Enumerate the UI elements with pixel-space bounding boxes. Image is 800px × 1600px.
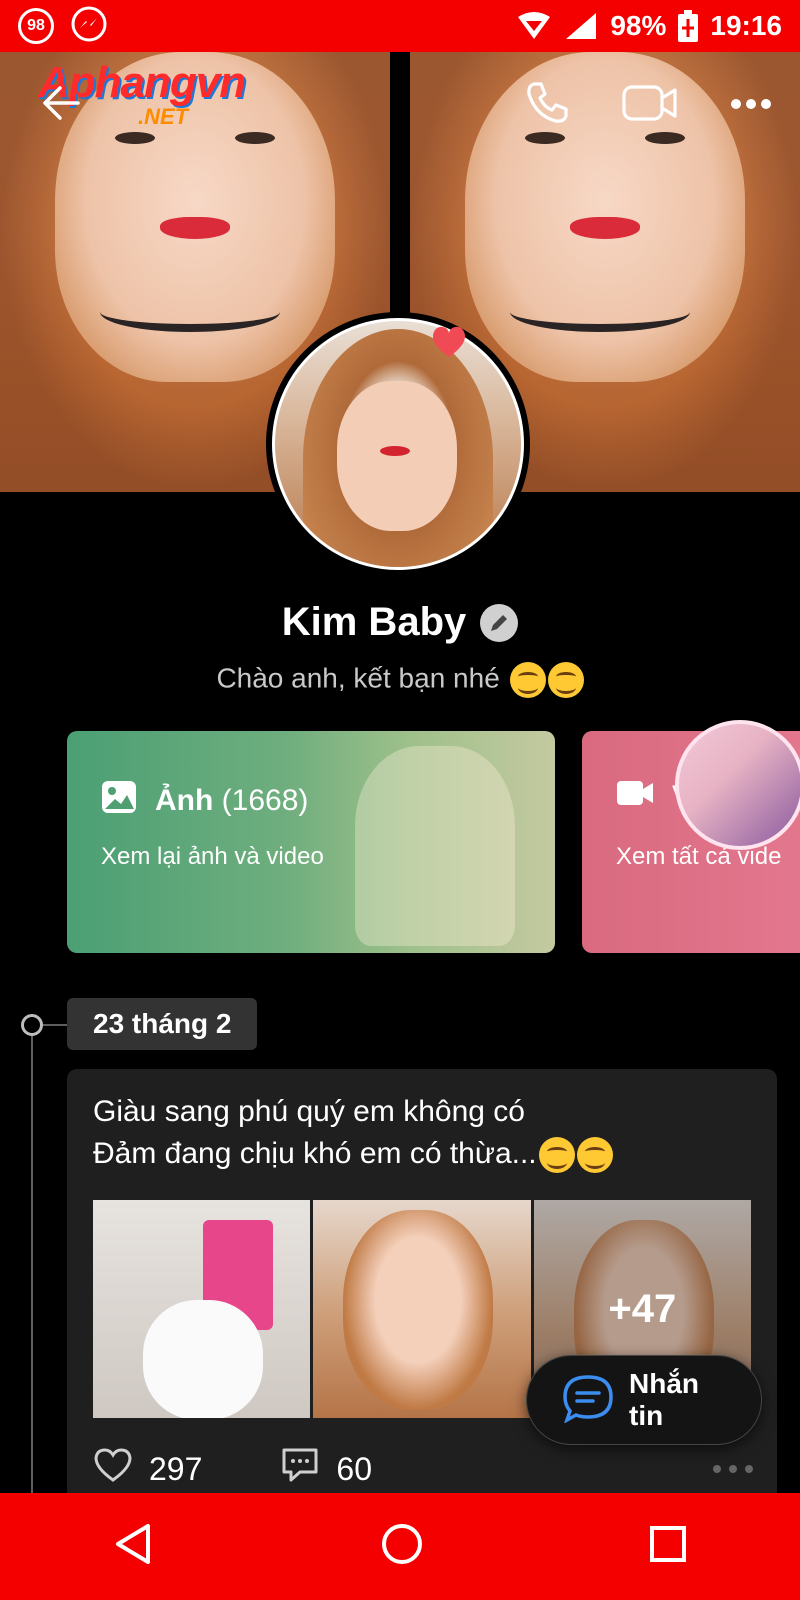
smile-emoji-icon xyxy=(547,662,584,698)
comment-count: 60 xyxy=(336,1450,372,1487)
photos-card-label: Ảnh xyxy=(155,784,214,817)
image-icon xyxy=(101,779,137,823)
nav-home-icon[interactable] xyxy=(380,1522,424,1571)
timeline-date: 23 tháng 2 xyxy=(67,998,258,1050)
avatar[interactable] xyxy=(266,312,530,576)
profile-status-text: Chào anh, kết bạn nhé xyxy=(216,662,500,694)
status-bar: 98 98% 19:16 xyxy=(0,0,800,52)
timeline-line xyxy=(31,1024,33,1494)
more-icon[interactable] xyxy=(730,97,772,115)
edit-icon[interactable] xyxy=(480,603,519,642)
profile-name: Kim Baby xyxy=(281,600,467,644)
clock: 19:16 xyxy=(710,10,782,41)
battery-icon xyxy=(678,10,699,42)
smile-emoji-icon xyxy=(509,662,546,698)
timeline-dot xyxy=(21,1014,43,1036)
battery-percent: 98% xyxy=(610,10,667,41)
signal-icon xyxy=(564,11,598,41)
notification-badge: 98 xyxy=(18,8,54,44)
post-actions: 297 60 xyxy=(93,1446,753,1492)
heart-icon xyxy=(93,1447,133,1491)
photos-card-title: Ảnh (1668) xyxy=(101,779,308,823)
profile-status: Chào anh, kết bạn nhé xyxy=(0,662,800,698)
laughing-emoji-icon xyxy=(576,1137,613,1174)
video-icon xyxy=(616,779,654,815)
profile-name-row: Kim Baby xyxy=(0,600,800,645)
post-text: Giàu sang phú quý em không có Đảm đang c… xyxy=(93,1091,613,1175)
comment-icon xyxy=(280,1446,320,1492)
watermark-sub: .NET xyxy=(138,104,189,129)
post-more-icon[interactable] xyxy=(713,1465,753,1473)
back-arrow-icon[interactable] xyxy=(40,82,82,129)
phone-icon[interactable] xyxy=(524,80,570,131)
post-text-line-1: Giàu sang phú quý em không có xyxy=(93,1095,525,1128)
photos-count: (1668) xyxy=(221,784,309,817)
nav-back-icon[interactable] xyxy=(112,1522,156,1571)
chat-bubble-icon xyxy=(561,1373,615,1428)
like-button[interactable]: 297 xyxy=(93,1447,202,1491)
messenger-notification-icon xyxy=(70,5,108,48)
photos-card-subtitle: Xem lại ảnh và video xyxy=(101,843,324,870)
top-actions xyxy=(524,80,772,131)
message-button-label: Nhắn tin xyxy=(629,1368,699,1431)
photos-card[interactable]: Ảnh (1668) Xem lại ảnh và video xyxy=(67,731,555,953)
laughing-emoji-icon xyxy=(538,1137,575,1174)
timeline-tick xyxy=(43,1024,67,1026)
nav-bar xyxy=(0,1493,800,1600)
wifi-icon xyxy=(516,11,552,41)
post-photo-2[interactable] xyxy=(313,1200,531,1418)
post-text-line-2: Đảm đang chịu khó em có thừa... xyxy=(93,1137,537,1170)
like-count: 297 xyxy=(149,1450,203,1487)
video-call-icon[interactable] xyxy=(622,83,678,128)
comment-button[interactable]: 60 xyxy=(280,1446,372,1492)
heart-sticker-icon xyxy=(430,325,468,364)
nav-recents-icon[interactable] xyxy=(648,1524,688,1569)
post-photo-1[interactable] xyxy=(93,1200,311,1418)
video-thumbnail[interactable] xyxy=(675,720,800,850)
message-button[interactable]: Nhắn tin xyxy=(526,1355,762,1445)
